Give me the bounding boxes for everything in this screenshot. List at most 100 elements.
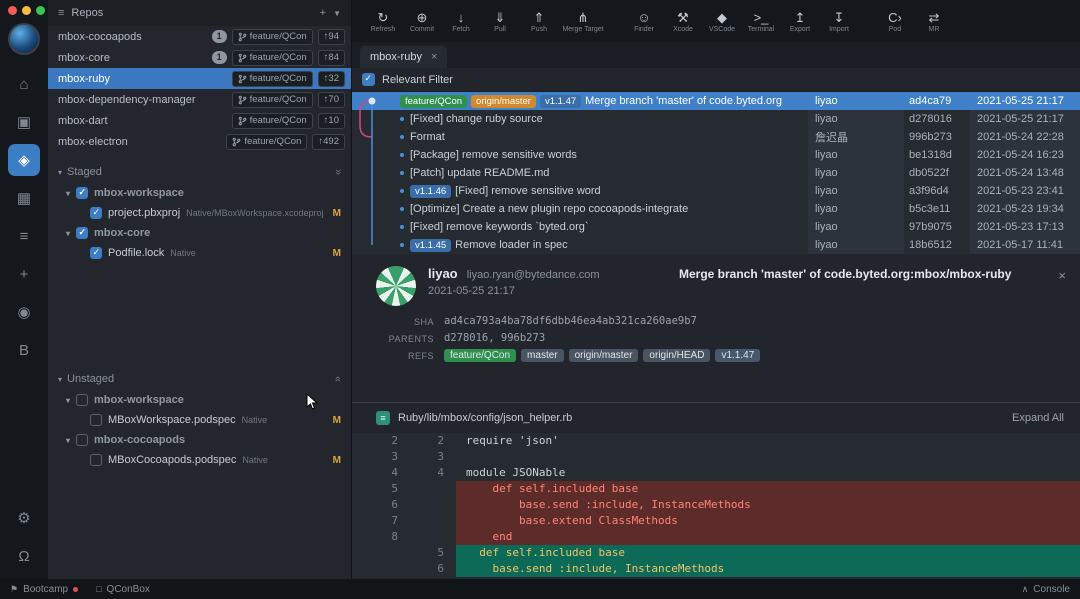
commit-dot-icon — [400, 171, 404, 175]
repo-row[interactable]: mbox-electron feature/QCon ↑492 — [48, 131, 351, 152]
file-checkbox[interactable] — [90, 247, 102, 259]
filter-funnel-icon[interactable]: ▼ — [333, 9, 341, 18]
terminal-button[interactable]: >_Terminal — [742, 10, 780, 33]
commit-row[interactable]: [Fixed] remove keywords `byted.org` liya… — [352, 218, 1080, 236]
diff-line-added: 6 base.send :include, InstanceMethods — [352, 561, 1080, 577]
zoom-window-button[interactable] — [36, 6, 45, 15]
commit-button[interactable]: ⊕Commit — [403, 10, 441, 33]
plugins-icon[interactable]: + — [8, 258, 40, 290]
parents-label: PARENTS — [376, 332, 434, 344]
commit-row[interactable]: [Patch] update README.md liyao db0522f 2… — [352, 164, 1080, 182]
staged-file-row[interactable]: Podfile.lock Native M — [48, 243, 351, 263]
pull-button[interactable]: ⇓Pull — [481, 10, 519, 33]
commit-sha: db0522f — [904, 164, 970, 182]
branch-icon — [238, 116, 247, 126]
record-icon[interactable]: ◉ — [8, 296, 40, 328]
staged-group-row[interactable]: ▾ mbox-workspace — [48, 183, 351, 203]
commit-row[interactable]: v1.1.45Remove loader in spec liyao 18b65… — [352, 236, 1080, 254]
file-checkbox[interactable] — [90, 207, 102, 219]
commit-message: [Fixed] remove keywords `byted.org` — [410, 221, 589, 233]
collapse-all-icon[interactable]: » — [332, 376, 344, 382]
commit-row[interactable]: v1.1.46[Fixed] remove sensitive word liy… — [352, 182, 1080, 200]
finder-button[interactable]: ☺Finder — [625, 10, 663, 33]
ahead-pill: ↑492 — [312, 134, 345, 150]
ref-pill: v1.1.47 — [715, 349, 760, 362]
diff-pane: ≡ Ruby/lib/mbox/config/json_helper.rb Ex… — [352, 403, 1080, 579]
console-toggle[interactable]: ∧ Console — [1022, 584, 1070, 595]
unstaged-section-header[interactable]: ▾ Unstaged » — [48, 368, 351, 390]
file-checkbox[interactable] — [90, 454, 102, 466]
group-checkbox[interactable] — [76, 227, 88, 239]
pod-button[interactable]: C›Pod — [876, 10, 914, 33]
export-icon: ↥ — [795, 10, 806, 25]
import-icon: ↧ — [834, 10, 845, 25]
commit-sha: 18b6512 — [904, 236, 970, 254]
apps-icon[interactable]: ▦ — [8, 182, 40, 214]
group-checkbox[interactable] — [76, 394, 88, 406]
diff-line: 33 — [352, 449, 1080, 465]
minimize-window-button[interactable] — [22, 6, 31, 15]
diff-code: 22require 'json' 33 44module JSONable 5 … — [352, 433, 1080, 579]
packages-icon[interactable]: ▣ — [8, 106, 40, 138]
relevant-filter-checkbox[interactable] — [362, 73, 375, 86]
unstaged-group-row[interactable]: ▾ mbox-cocoapods — [48, 430, 351, 450]
import-button[interactable]: ↧Import — [820, 10, 858, 33]
qconbox-label: QConBox — [107, 584, 150, 595]
close-detail-icon[interactable]: × — [1058, 268, 1066, 283]
b-logo-icon[interactable]: B — [8, 334, 40, 366]
add-repo-icon[interactable]: + — [320, 7, 326, 19]
repo-name: mbox-ruby — [58, 73, 227, 85]
commit-date: 2021-05-23 17:13 — [970, 218, 1080, 236]
app-logo[interactable] — [8, 23, 40, 55]
mr-button[interactable]: ⇄MR — [915, 10, 953, 33]
close-tab-icon[interactable]: × — [431, 51, 437, 63]
repo-row[interactable]: mbox-cocoapods 1 feature/QCon ↑94 — [48, 26, 351, 47]
commit-author: 詹迟晶 — [808, 128, 904, 146]
fetch-button[interactable]: ↓Fetch — [442, 10, 480, 33]
bootcamp-item[interactable]: ⚑ Bootcamp — [10, 584, 78, 595]
commit-row[interactable]: [Optimize] Create a new plugin repo coco… — [352, 200, 1080, 218]
commit-row[interactable]: Format 詹迟晶 996b273 2021-05-24 22:28 — [352, 128, 1080, 146]
expand-all-button[interactable]: Expand All — [1012, 412, 1064, 424]
refresh-button[interactable]: ↻Refresh — [364, 10, 402, 33]
commit-date: 2021-05-23 23:41 — [970, 182, 1080, 200]
diff-file-header[interactable]: ≡ Ruby/lib/mbox/config/json_helper.rb Ex… — [352, 403, 1080, 433]
diff-line-removed: 6 base.send :include, InstanceMethods — [352, 497, 1080, 513]
settings-gear-icon[interactable]: ⚙ — [8, 502, 40, 534]
staged-file-row[interactable]: project.pbxproj Native/MBoxWorkspace.xco… — [48, 203, 351, 223]
repo-row-selected[interactable]: mbox-ruby feature/QCon ↑32 — [48, 68, 351, 89]
unstaged-file-row[interactable]: MBoxWorkspace.podspec Native M — [48, 410, 351, 430]
support-headphones-icon[interactable]: Ω — [8, 540, 40, 572]
home-icon[interactable]: ⌂ — [8, 68, 40, 100]
menu-icon[interactable]: ≡ — [58, 7, 64, 19]
vscode-button[interactable]: ◆VSCode — [703, 10, 741, 33]
unstaged-group-row[interactable]: ▾ mbox-workspace — [48, 390, 351, 410]
git-icon[interactable]: ◈ — [8, 144, 40, 176]
export-button[interactable]: ↥Export — [781, 10, 819, 33]
unstaged-file-row[interactable]: MBoxCocoapods.podspec Native M — [48, 450, 351, 470]
commit-row[interactable]: [Package] remove sensitive words liyao b… — [352, 146, 1080, 164]
qconbox-item[interactable]: □ QConBox — [96, 584, 150, 595]
collapse-all-icon[interactable]: » — [332, 169, 344, 175]
commit-author: liyao — [808, 182, 904, 200]
stack-icon[interactable]: ≡ — [8, 220, 40, 252]
tab-mbox-ruby[interactable]: mbox-ruby × — [360, 46, 447, 68]
repo-row[interactable]: mbox-dart feature/QCon ↑10 — [48, 110, 351, 131]
commit-row[interactable]: [Fixed] change ruby source liyao d278016… — [352, 110, 1080, 128]
repo-row[interactable]: mbox-core 1 feature/QCon ↑84 — [48, 47, 351, 68]
merge-target-button[interactable]: ⋔Merge Target — [559, 10, 607, 33]
file-checkbox[interactable] — [90, 414, 102, 426]
staged-section-header[interactable]: ▾ Staged » — [48, 161, 351, 183]
branch-pill: feature/QCon — [232, 29, 313, 45]
close-window-button[interactable] — [8, 6, 17, 15]
xcode-button[interactable]: ⚒Xcode — [664, 10, 702, 33]
staged-group-row[interactable]: ▾ mbox-core — [48, 223, 351, 243]
group-checkbox[interactable] — [76, 434, 88, 446]
diff-line-removed: 7 base.extend ClassMethods — [352, 513, 1080, 529]
repo-row[interactable]: mbox-dependency-manager feature/QCon ↑70 — [48, 89, 351, 110]
version-tag: v1.1.45 — [410, 239, 451, 252]
push-button[interactable]: ⇑Push — [520, 10, 558, 33]
group-checkbox[interactable] — [76, 187, 88, 199]
commit-row[interactable]: feature/QCon origin/master v1.1.47 Merge… — [352, 92, 1080, 110]
commit-message: [Package] remove sensitive words — [410, 149, 577, 161]
